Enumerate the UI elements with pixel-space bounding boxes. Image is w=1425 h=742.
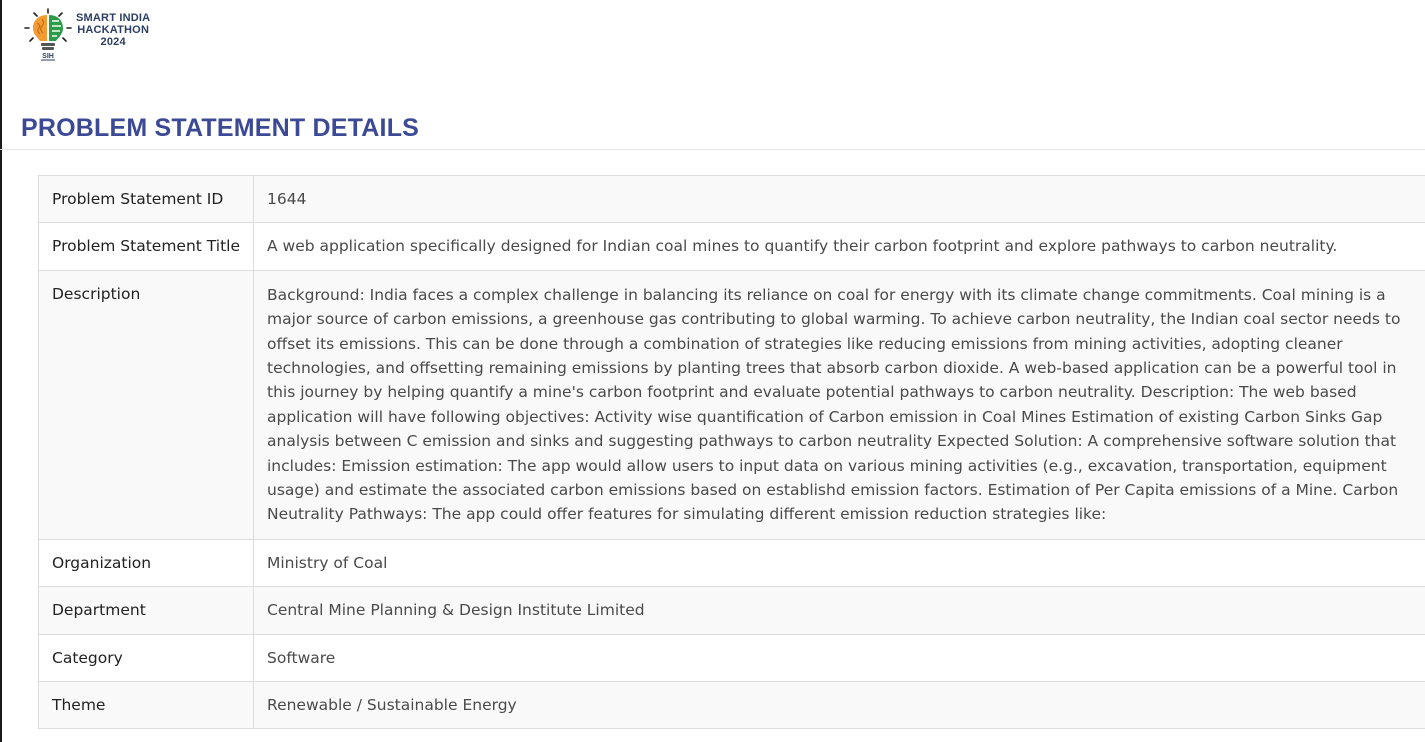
sih-logo[interactable]: SIH SMART INDIA HACKATHON 2024 xyxy=(24,8,150,62)
title-value: A web application specifically designed … xyxy=(253,222,1425,271)
table-row-title: Problem Statement Title A web applicatio… xyxy=(38,222,1425,271)
table-row-organization: Organization Ministry of Coal xyxy=(38,538,1425,588)
title-label: Problem Statement Title xyxy=(38,222,254,271)
table-row-id: Problem Statement ID 1644 xyxy=(38,174,1425,224)
table-row-theme: Theme Renewable / Sustainable Energy xyxy=(38,681,1425,730)
sih-bulb-icon: SIH xyxy=(24,8,72,61)
description-scroll-area[interactable]: Background: India faces a complex challe… xyxy=(267,283,1424,528)
department-value: Central Mine Planning & Design Institute… xyxy=(253,586,1425,635)
department-label: Department xyxy=(38,586,254,635)
id-label: Problem Statement ID xyxy=(38,174,254,224)
window-left-edge xyxy=(0,0,2,742)
organization-label: Organization xyxy=(38,538,254,588)
organization-value: Ministry of Coal xyxy=(253,538,1425,588)
table-row-department: Department Central Mine Planning & Desig… xyxy=(38,586,1425,635)
description-cell[interactable]: Background: India faces a complex challe… xyxy=(253,269,1425,540)
table-row-category: Category Software xyxy=(38,633,1425,683)
table-row-description: Description Background: India faces a co… xyxy=(38,269,1425,540)
page-title: PROBLEM STATEMENT DETAILS xyxy=(21,114,420,142)
logo-line-3: 2024 xyxy=(100,36,126,48)
logo-wordmark: SMART INDIA HACKATHON 2024 xyxy=(76,12,150,48)
logo-line-1: SMART INDIA xyxy=(76,12,151,24)
problem-details-table: Problem Statement ID 1644 Problem Statem… xyxy=(38,174,1425,730)
theme-value: Renewable / Sustainable Energy xyxy=(253,681,1425,730)
theme-label: Theme xyxy=(38,681,254,730)
description-label: Description xyxy=(38,269,254,540)
title-divider xyxy=(0,149,1425,150)
category-value: Software xyxy=(253,633,1425,683)
id-value: 1644 xyxy=(253,174,1425,224)
logo-line-2: HACKATHON xyxy=(77,24,150,36)
category-label: Category xyxy=(38,633,254,683)
sih-badge-text: SIH xyxy=(42,53,54,60)
